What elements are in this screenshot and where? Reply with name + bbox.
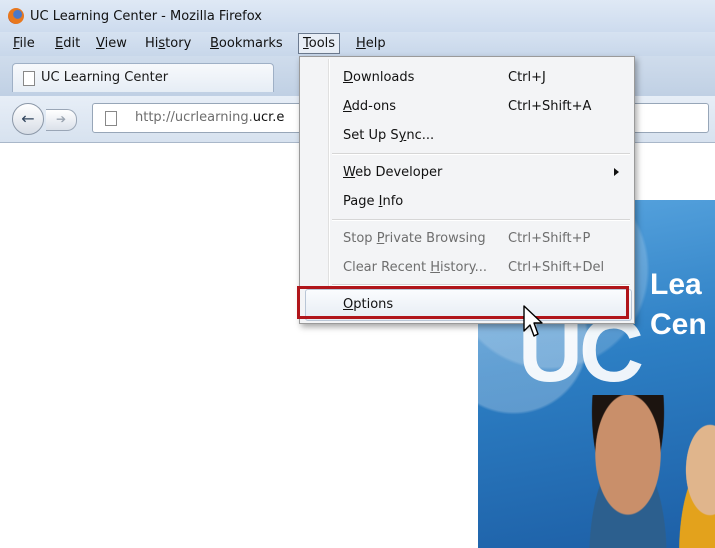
menu-separator <box>332 153 630 155</box>
url-text: http://ucrlearning.ucr.e <box>135 110 285 125</box>
menu-item-add-ons[interactable]: Add-ons <box>343 99 396 114</box>
menu-item-set-up-sync[interactable]: Set Up Sync... <box>343 128 434 143</box>
tab-uc-learning-center[interactable]: UC Learning Center <box>12 63 274 92</box>
menu-item-web-developer[interactable]: Web Developer <box>343 165 442 180</box>
menu-icon-gutter <box>328 59 330 319</box>
menu-history[interactable]: History <box>145 36 191 51</box>
menu-item-downloads[interactable]: Downloads <box>343 70 414 85</box>
site-identity-icon[interactable] <box>105 111 117 126</box>
menu-bar: File Edit View History Bookmarks Tools H… <box>0 32 715 56</box>
banner-title-line-2: Cen <box>650 308 707 341</box>
shortcut-clear-recent-history: Ctrl+Shift+Del <box>508 260 605 275</box>
menu-edit[interactable]: Edit <box>55 36 80 51</box>
mouse-pointer-icon <box>523 305 543 337</box>
page-icon <box>23 71 35 86</box>
firefox-logo-icon <box>8 8 24 24</box>
annotation-highlight-box <box>297 286 629 319</box>
student-photo <box>678 410 715 548</box>
banner-title-line-1: Lea <box>650 268 702 301</box>
menu-bookmarks[interactable]: Bookmarks <box>210 36 283 51</box>
menu-view[interactable]: View <box>96 36 127 51</box>
window-title: UC Learning Center - Mozilla Firefox <box>30 9 262 24</box>
back-button[interactable]: ← <box>12 103 44 135</box>
forward-button[interactable]: ➔ <box>46 109 77 131</box>
student-photo <box>568 395 688 548</box>
menu-item-clear-recent-history[interactable]: Clear Recent History... <box>343 260 487 275</box>
shortcut-add-ons: Ctrl+Shift+A <box>508 99 592 114</box>
submenu-arrow-icon <box>614 168 619 176</box>
menu-separator <box>332 219 630 221</box>
shortcut-stop-private-browsing: Ctrl+Shift+P <box>508 231 591 246</box>
shortcut-downloads: Ctrl+J <box>508 70 546 85</box>
menu-item-page-info[interactable]: Page Info <box>343 194 403 209</box>
tab-label: UC Learning Center <box>41 70 169 85</box>
menu-file[interactable]: File <box>13 36 35 51</box>
menu-tools[interactable]: Tools <box>298 33 341 54</box>
title-bar: UC Learning Center - Mozilla Firefox <box>0 0 715 32</box>
menu-item-stop-private-browsing[interactable]: Stop Private Browsing <box>343 231 486 246</box>
tools-menu: Downloads Ctrl+J Add-ons Ctrl+Shift+A Se… <box>299 56 635 324</box>
menu-help[interactable]: Help <box>356 36 386 51</box>
